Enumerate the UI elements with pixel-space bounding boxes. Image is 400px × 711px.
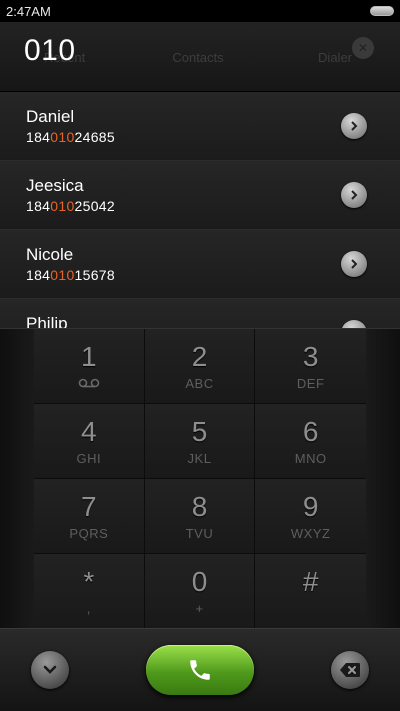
delete-digit-button[interactable] bbox=[331, 651, 369, 689]
contact-name: Daniel bbox=[26, 107, 75, 126]
key-7[interactable]: 7 PQRS bbox=[34, 479, 145, 554]
contact-number: 18401015678 bbox=[26, 267, 115, 283]
chevron-right-icon[interactable] bbox=[341, 182, 367, 208]
tab-contacts[interactable]: Contacts bbox=[147, 50, 250, 65]
contact-match-list[interactable]: Daniel 18401024685 Jeesica 18401025042 N… bbox=[0, 92, 400, 328]
list-item[interactable]: Philip bbox=[0, 299, 400, 328]
key-8[interactable]: 8 TVU bbox=[144, 479, 256, 554]
key-0[interactable]: 0 + bbox=[144, 554, 256, 629]
contact-name: Philip bbox=[26, 314, 68, 328]
key-9[interactable]: 9 WXYZ bbox=[255, 479, 366, 554]
key-1[interactable]: 1 bbox=[34, 329, 145, 404]
key-4[interactable]: 4 GHI bbox=[34, 404, 145, 479]
dialed-number: 010 bbox=[24, 34, 76, 67]
keypad-grid: 1 2 ABC 3 DEF 4 GHI 5 JKL 6 MNO 7 PQRS 8 bbox=[34, 329, 366, 629]
battery-icon bbox=[370, 6, 394, 16]
list-item[interactable]: Jeesica 18401025042 bbox=[0, 161, 400, 230]
contact-number: 18401025042 bbox=[26, 198, 115, 214]
dialer-header: Recent Contacts Dialer 010 ✕ bbox=[0, 22, 400, 92]
key-hash[interactable]: # bbox=[255, 554, 366, 629]
call-button[interactable] bbox=[146, 645, 254, 695]
chevron-right-icon[interactable] bbox=[341, 113, 367, 139]
contact-name: Nicole bbox=[26, 245, 74, 264]
clear-icon[interactable]: ✕ bbox=[352, 37, 374, 59]
status-bar: 2:47AM bbox=[0, 0, 400, 22]
list-item[interactable]: Daniel 18401024685 bbox=[0, 92, 400, 161]
key-3[interactable]: 3 DEF bbox=[255, 329, 366, 404]
voicemail-icon bbox=[78, 378, 100, 388]
keypad-side-panel bbox=[0, 329, 34, 629]
contact-number: 18401024685 bbox=[26, 129, 115, 145]
phone-icon bbox=[190, 660, 210, 680]
tab-dialer[interactable]: Dialer bbox=[249, 50, 400, 65]
chevron-right-icon[interactable] bbox=[341, 251, 367, 277]
dial-keypad: 1 2 ABC 3 DEF 4 GHI 5 JKL 6 MNO 7 PQRS 8 bbox=[0, 328, 400, 629]
key-5[interactable]: 5 JKL bbox=[144, 404, 256, 479]
chevron-right-icon[interactable] bbox=[341, 320, 367, 328]
key-star[interactable]: * , bbox=[34, 554, 145, 629]
collapse-keypad-button[interactable] bbox=[31, 651, 69, 689]
key-6[interactable]: 6 MNO bbox=[255, 404, 366, 479]
backspace-icon bbox=[340, 663, 360, 677]
list-item[interactable]: Nicole 18401015678 bbox=[0, 230, 400, 299]
key-2[interactable]: 2 ABC bbox=[144, 329, 256, 404]
dialer-action-bar bbox=[0, 628, 400, 711]
status-time: 2:47AM bbox=[6, 3, 51, 19]
keypad-side-panel bbox=[366, 329, 400, 629]
chevron-down-icon bbox=[43, 665, 57, 674]
contact-name: Jeesica bbox=[26, 176, 84, 195]
